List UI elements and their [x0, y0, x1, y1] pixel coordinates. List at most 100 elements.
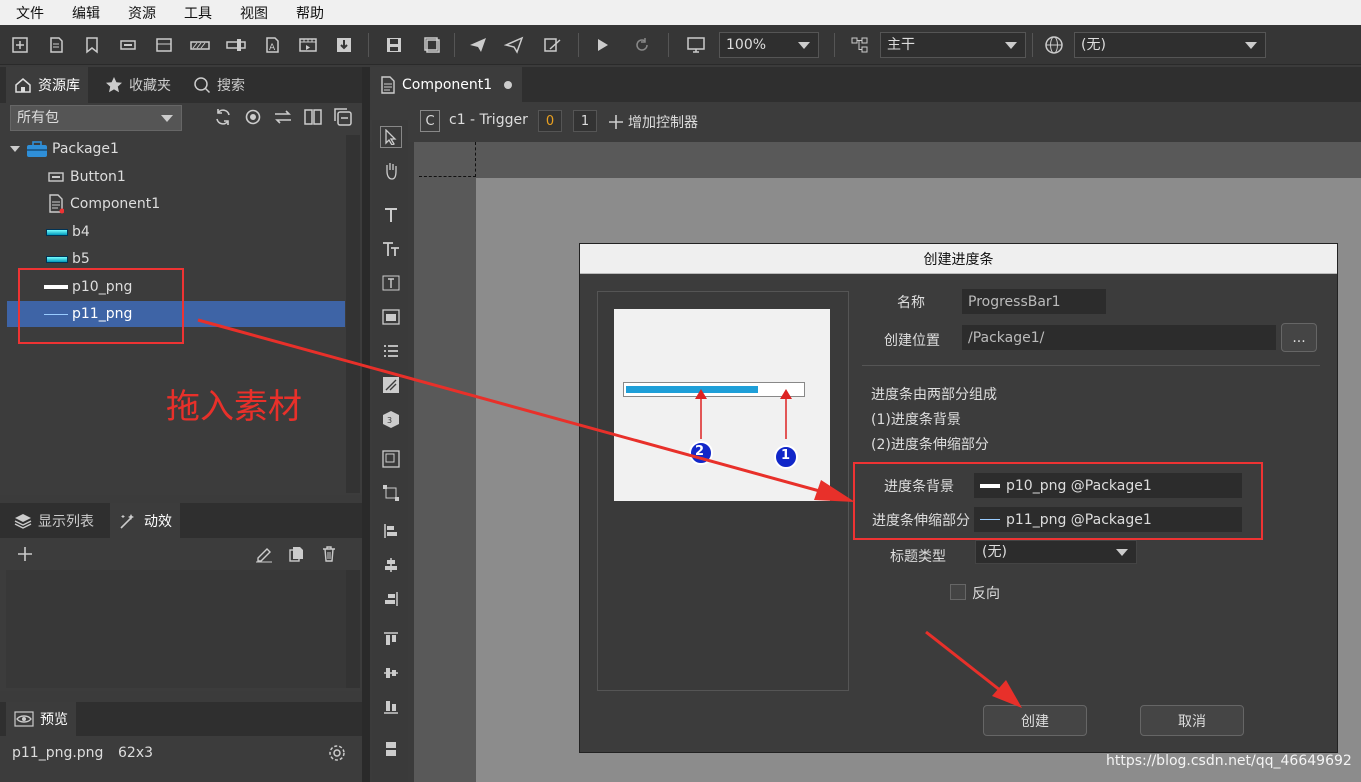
branch-icon[interactable]	[848, 33, 872, 57]
title-type-value: (无)	[982, 544, 1007, 560]
new-package-icon[interactable]	[8, 33, 32, 57]
image-thumb-icon	[46, 228, 68, 236]
delete-icon[interactable]	[320, 545, 338, 563]
tab-favorites[interactable]: 收藏夹	[97, 67, 179, 103]
menu-bar: 文件 编辑 资源 工具 视图 帮助	[0, 0, 1361, 25]
name-input[interactable]: ProgressBar1	[962, 289, 1106, 314]
zoom-select[interactable]: 100%	[719, 32, 819, 58]
title-type-select[interactable]: (无)	[975, 540, 1137, 564]
reverse-checkbox[interactable]	[950, 584, 966, 600]
tab-preview[interactable]: 预览	[6, 702, 76, 736]
globe-icon[interactable]	[1042, 33, 1066, 57]
zoom-value: 100%	[726, 37, 767, 53]
button-icon	[48, 172, 64, 182]
align-right-icon[interactable]	[380, 588, 402, 610]
new-combobox-icon[interactable]	[152, 33, 176, 57]
refresh-icon[interactable]	[213, 107, 233, 127]
text-tool-icon[interactable]	[380, 204, 402, 226]
new-movieclip-icon[interactable]	[296, 33, 320, 57]
transform-tool-icon[interactable]	[380, 482, 402, 504]
star-icon	[106, 77, 122, 93]
tree-item-button1[interactable]: Button1	[0, 164, 345, 190]
screen-icon[interactable]	[684, 33, 708, 57]
tree-item-b4[interactable]: b4	[0, 219, 345, 245]
edit-icon[interactable]	[254, 545, 274, 563]
caret-down-icon	[10, 146, 20, 152]
tree-package[interactable]: Package1	[0, 136, 345, 162]
search-icon	[194, 77, 211, 94]
marker-1: 1	[781, 448, 791, 463]
controller-page-1[interactable]: 1	[573, 110, 597, 132]
richtext-tool-icon[interactable]	[380, 238, 402, 260]
new-slider-icon[interactable]	[224, 33, 248, 57]
add-icon[interactable]	[16, 545, 34, 563]
branch-select[interactable]: 主干	[880, 32, 1026, 58]
collapse-icon[interactable]	[333, 107, 353, 127]
copy-icon[interactable]	[288, 545, 306, 563]
new-label-icon[interactable]	[80, 33, 104, 57]
add-controller-button[interactable]: 增加控制器	[608, 112, 698, 132]
settings-gear-icon[interactable]	[327, 743, 347, 763]
preview-size: 62x3	[118, 745, 154, 761]
locate-icon[interactable]	[243, 107, 263, 127]
new-button-icon[interactable]	[116, 33, 140, 57]
tab-component1[interactable]: Component1	[370, 67, 523, 102]
browse-button[interactable]: ...	[1281, 323, 1317, 352]
select-tool-icon[interactable]	[380, 126, 402, 148]
tab-animation-label: 动效	[144, 513, 172, 530]
publish-settings-icon[interactable]	[540, 33, 564, 57]
chevron-down-icon	[1116, 549, 1128, 556]
publish-all-icon[interactable]	[502, 33, 526, 57]
controller-page-0[interactable]: 0	[538, 110, 562, 132]
list-tool-icon[interactable]	[380, 340, 402, 362]
save-icon[interactable]	[382, 33, 406, 57]
branch-value: 主干	[887, 37, 915, 53]
image-tool-icon[interactable]	[380, 306, 402, 328]
tab-animation[interactable]: 动效	[110, 503, 180, 538]
package-icon	[27, 141, 47, 157]
swap-icon[interactable]	[273, 107, 293, 127]
align-left-icon[interactable]	[380, 520, 402, 542]
hand-tool-icon[interactable]	[380, 160, 402, 182]
tab-search[interactable]: 搜索	[185, 67, 253, 103]
distribute-icon[interactable]	[380, 738, 402, 760]
cancel-button[interactable]: 取消	[1140, 705, 1244, 736]
tree-item-component1[interactable]: Component1	[0, 191, 345, 217]
split-view-icon[interactable]	[303, 107, 323, 127]
menu-file[interactable]: 文件	[16, 3, 44, 23]
location-input[interactable]: /Package1/	[962, 325, 1276, 350]
publish-icon[interactable]	[466, 33, 490, 57]
graph-tool-icon[interactable]	[380, 374, 402, 396]
new-progressbar-icon[interactable]	[188, 33, 212, 57]
package-filter-select[interactable]: 所有包	[10, 105, 182, 131]
align-center-icon[interactable]	[380, 554, 402, 576]
tab-display-list[interactable]: 显示列表	[6, 503, 102, 538]
add-controller-label: 增加控制器	[628, 115, 698, 131]
menu-view[interactable]: 视图	[240, 3, 268, 23]
reverse-label: 反向	[972, 586, 1000, 602]
menu-help[interactable]: 帮助	[296, 3, 324, 23]
group-tool-icon[interactable]	[380, 448, 402, 470]
input-tool-icon[interactable]	[380, 272, 402, 294]
create-button[interactable]: 创建	[983, 705, 1087, 736]
align-middle-icon[interactable]	[380, 662, 402, 684]
controller-name[interactable]: c1 - Trigger	[449, 112, 528, 128]
animation-scrollbar[interactable]	[346, 570, 360, 688]
menu-assets[interactable]: 资源	[128, 3, 156, 23]
panel-splitter[interactable]	[362, 67, 370, 782]
menu-edit[interactable]: 编辑	[72, 3, 100, 23]
3d-tool-icon[interactable]: 3	[380, 408, 402, 430]
library-scrollbar[interactable]	[346, 135, 360, 493]
save-all-icon[interactable]	[420, 33, 444, 57]
new-component-icon[interactable]	[44, 33, 68, 57]
refresh-icon[interactable]	[630, 33, 654, 57]
new-font-icon[interactable]: A	[260, 33, 284, 57]
align-bottom-icon[interactable]	[380, 696, 402, 718]
menu-tools[interactable]: 工具	[184, 3, 212, 23]
language-select[interactable]: (无)	[1074, 32, 1266, 58]
play-icon[interactable]	[590, 33, 614, 57]
import-icon[interactable]	[332, 33, 356, 57]
controller-badge: C	[420, 110, 440, 132]
tab-library[interactable]: 资源库	[6, 67, 88, 103]
align-top-icon[interactable]	[380, 628, 402, 650]
